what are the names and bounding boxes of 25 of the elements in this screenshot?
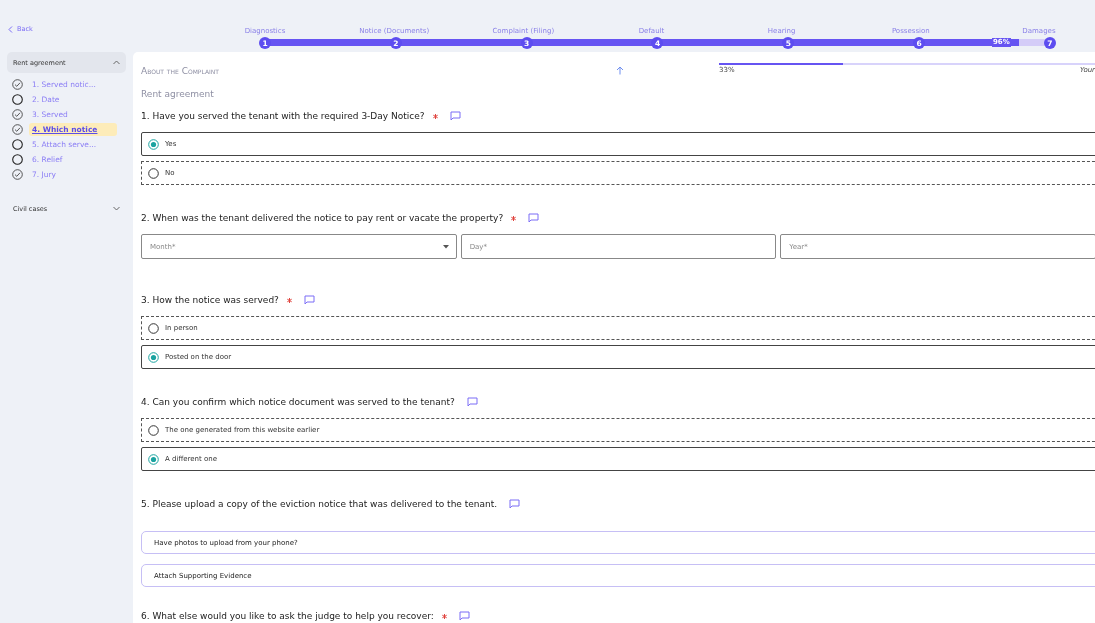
question-label: 2. When was the tenant delivered the notice to pay rent or vacate the property? (141, 213, 504, 223)
arrow-up-icon[interactable] (616, 66, 624, 75)
comment-icon[interactable] (458, 611, 470, 621)
question-label: 5. Please upload a copy of the eviction notice that was delivered to the tenant. (141, 499, 498, 509)
chevron-left-icon (8, 25, 13, 33)
comment-icon[interactable] (449, 111, 461, 121)
radio-icon (148, 138, 159, 150)
radio-icon (148, 167, 159, 179)
page-title: About the Complaint (141, 65, 220, 76)
dropdown-caret-icon (442, 245, 449, 249)
chevron-down-icon (113, 206, 120, 211)
question-label: 1. Have you served the tenant with the required 3-Day Notice? (141, 111, 425, 121)
question-label: 3. How the notice was served? (141, 295, 279, 305)
chevron-up-icon (113, 60, 120, 65)
question-label: 4. Can you confirm which notice document was served to the tenant? (141, 397, 455, 407)
radio-icon (148, 453, 159, 465)
radio-icon (148, 424, 159, 436)
section-title: Rent agreement (141, 89, 215, 99)
radio-icon (148, 322, 159, 334)
comment-icon[interactable] (303, 295, 315, 305)
comment-icon[interactable] (466, 397, 478, 407)
radio-icon (148, 351, 159, 363)
comment-icon[interactable] (509, 499, 521, 509)
question-label: 6. What else would you like to ask the judge to help you recover: (141, 611, 434, 621)
comment-icon[interactable] (528, 213, 540, 223)
